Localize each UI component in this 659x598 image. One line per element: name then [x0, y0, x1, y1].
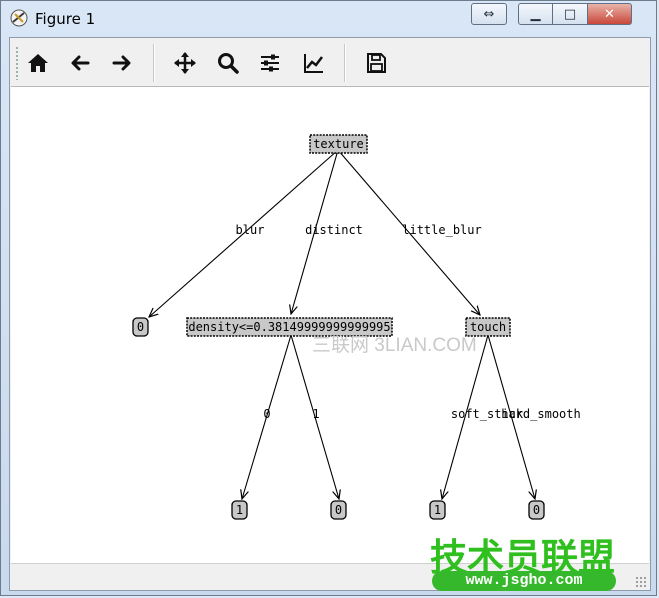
edge-label: 0 [263, 407, 270, 421]
configure-subplots-button[interactable] [254, 47, 286, 79]
floppy-disk-icon [367, 53, 386, 73]
close-button[interactable]: ✕ [587, 3, 632, 25]
edge-label: little_blur [402, 223, 481, 237]
leaf-label: 0 [335, 503, 342, 517]
toolbar-separator [153, 44, 155, 82]
edge-label: 1 [312, 407, 319, 421]
magnifier-icon [218, 53, 239, 74]
restore-arrows-button[interactable]: ⇔ [471, 3, 507, 25]
maximize-button[interactable]: □ [552, 3, 588, 25]
resize-grip[interactable] [635, 576, 647, 588]
toolbar-separator [344, 44, 346, 82]
toolbar-grip[interactable] [15, 46, 19, 80]
back-button[interactable] [64, 47, 96, 79]
zoom-button[interactable] [212, 47, 244, 79]
leaf-label: 1 [236, 503, 243, 517]
leaf-label: 0 [137, 320, 144, 334]
home-icon [28, 54, 48, 72]
home-button[interactable] [22, 47, 54, 79]
leaf-label: 0 [533, 503, 540, 517]
figure-client-area: blur distinct little_blur 0 1 soft_stick… [9, 37, 651, 591]
edge-label: blur [236, 223, 265, 237]
forward-button[interactable] [106, 47, 138, 79]
edge-label: distinct [305, 223, 363, 237]
edit-axis-button[interactable] [298, 47, 330, 79]
figure-window: Figure 1 ⇔ ▁ □ ✕ blur distinct little_bl… [0, 0, 657, 596]
sliders-icon [261, 54, 279, 72]
edge-label: hard_smooth [501, 407, 580, 421]
title-bar[interactable]: Figure 1 ⇔ ▁ □ ✕ [1, 1, 656, 35]
watermark-text: 三联网 3LIAN.COM [312, 335, 477, 356]
move-icon [174, 52, 196, 74]
arrow-right-icon [112, 55, 131, 71]
decision-tree-plot: blur distinct little_blur 0 1 soft_stick… [132, 134, 581, 520]
save-button[interactable] [360, 47, 392, 79]
watermark-url: www.jsgho.com [432, 571, 616, 591]
window-title: Figure 1 [35, 10, 96, 28]
matplotlib-app-icon [10, 9, 28, 27]
minimize-button[interactable]: ▁ [518, 3, 553, 25]
leaf-label: 1 [434, 503, 441, 517]
arrow-left-icon [71, 55, 90, 71]
navigation-toolbar [10, 38, 650, 86]
pan-button[interactable] [169, 47, 201, 79]
node-label: texture [313, 137, 364, 151]
line-chart-icon [304, 54, 323, 73]
figure-canvas[interactable]: blur distinct little_blur 0 1 soft_stick… [11, 86, 649, 563]
